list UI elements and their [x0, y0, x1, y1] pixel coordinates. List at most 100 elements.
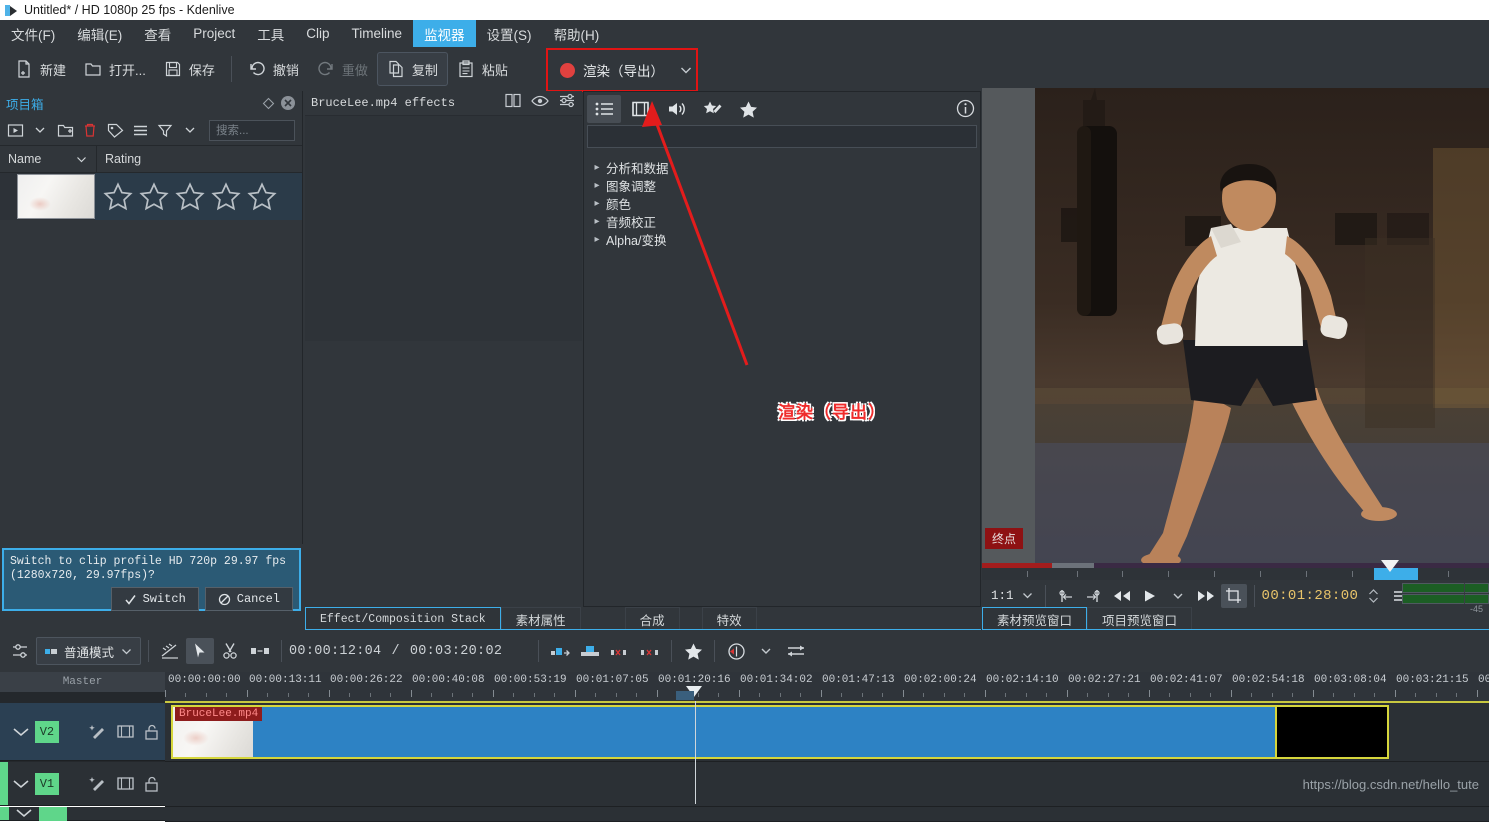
effects-tab-video[interactable] — [623, 95, 657, 123]
bin-clip-row[interactable] — [0, 173, 302, 220]
list-menu-icon[interactable] — [128, 118, 152, 142]
timeline-clip-brucelee[interactable]: BruceLee.mp4 — [171, 705, 1321, 759]
lift-zone-button[interactable] — [636, 638, 664, 664]
rewind-button[interactable] — [1109, 584, 1135, 608]
effects-tab-favorites[interactable] — [731, 95, 765, 123]
track-effects-icon[interactable] — [85, 774, 112, 793]
column-header-rating[interactable]: Rating — [97, 146, 302, 172]
track-lock-icon[interactable] — [138, 723, 165, 741]
tab-effect-composition-stack[interactable]: Effect/Composition Stack — [305, 607, 501, 630]
preview-options-button[interactable] — [752, 638, 780, 664]
effects-tab-main-list[interactable] — [587, 94, 621, 123]
timeline-master-label[interactable]: Master — [0, 672, 165, 692]
track-header-v2[interactable]: V2 — [0, 703, 165, 761]
overwrite-zone-button[interactable] — [576, 638, 604, 664]
tag-icon[interactable] — [103, 118, 127, 142]
settings-sliders-icon[interactable] — [559, 93, 576, 113]
effects-category-analysis[interactable]: ▸ 分析和数据 — [592, 158, 980, 176]
track-expand-icon[interactable] — [8, 725, 35, 739]
monitor-zoom-select[interactable]: 1:1 — [987, 584, 1038, 608]
tab-composition[interactable]: 合成 — [624, 607, 680, 630]
project-bin-search-input[interactable]: 搜索... — [209, 119, 295, 141]
track-expand-icon[interactable] — [8, 777, 35, 791]
track-header-partial[interactable] — [0, 806, 165, 821]
track-partial-body[interactable] — [165, 807, 1489, 822]
rating-star-5-icon[interactable] — [245, 181, 279, 213]
track-v2-body[interactable]: BruceLee.mp4 — [165, 703, 1489, 762]
effects-category-audio-correction[interactable]: ▸ 音频校正 — [592, 212, 980, 230]
timeline-position-timecode[interactable]: 00:00:12:04 — [289, 644, 381, 659]
menu-monitor[interactable]: 监视器 — [413, 20, 476, 47]
open-project-button[interactable]: 打开... — [75, 53, 155, 85]
clip-thumbnail[interactable] — [17, 174, 95, 219]
menu-edit[interactable]: 编辑(E) — [66, 20, 133, 47]
delete-icon[interactable] — [78, 118, 102, 142]
effects-category-color[interactable]: ▸ 颜色 — [592, 194, 980, 212]
column-header-name[interactable]: Name — [0, 146, 97, 172]
set-zone-out-button[interactable] — [1081, 584, 1107, 608]
favorite-effect-button[interactable] — [679, 638, 707, 664]
mix-clips-button[interactable] — [156, 638, 184, 664]
timeline-settings-button[interactable] — [6, 638, 34, 664]
play-options-button[interactable] — [1165, 584, 1191, 608]
effects-tab-audio[interactable] — [659, 95, 693, 123]
timeline-mixer-button[interactable] — [782, 638, 810, 664]
track-expand-icon[interactable] — [9, 808, 39, 820]
menu-project[interactable]: Project — [182, 20, 246, 47]
track-name-v1[interactable]: V1 — [34, 772, 60, 795]
timeline-clip-black-tail[interactable] — [1275, 705, 1389, 759]
extract-zone-button[interactable] — [606, 638, 634, 664]
tab-effects[interactable]: 特效 — [701, 607, 757, 630]
track-v1-body[interactable] — [165, 762, 1489, 807]
new-project-button[interactable]: 新建 — [6, 53, 75, 85]
track-lock-icon[interactable] — [138, 775, 165, 793]
rating-star-3-icon[interactable] — [173, 181, 207, 213]
monitor-video-area[interactable]: 终点 — [982, 88, 1489, 563]
track-name-v2[interactable]: V2 — [34, 720, 60, 743]
float-panel-icon[interactable] — [260, 95, 276, 111]
split-view-icon[interactable] — [505, 93, 521, 113]
tab-clip-monitor[interactable]: 素材预览窗口 — [982, 607, 1088, 630]
track-video-icon[interactable] — [112, 723, 139, 740]
add-clip-icon[interactable] — [3, 118, 27, 142]
monitor-timecode[interactable]: 00:01:28:00 — [1262, 588, 1359, 604]
track-name-partial[interactable] — [39, 806, 67, 821]
crop-button[interactable] — [1220, 583, 1247, 608]
track-header-v1[interactable]: V1 — [0, 762, 165, 806]
menu-timeline[interactable]: Timeline — [341, 20, 414, 47]
tab-project-monitor[interactable]: 项目预览窗口 — [1087, 607, 1193, 630]
set-zone-in-button[interactable] — [1053, 584, 1079, 608]
paste-button[interactable]: 粘贴 — [448, 53, 517, 85]
timeline-ruler[interactable]: 00:00:00:00 00:00:13:11 00:00:26:22 00:0… — [165, 672, 1489, 703]
insert-zone-button[interactable] — [546, 638, 574, 664]
spacer-tool-button[interactable] — [246, 638, 274, 664]
filter-icon[interactable] — [153, 118, 177, 142]
rating-star-2-icon[interactable] — [137, 181, 171, 213]
track-video-icon[interactable] — [112, 775, 139, 792]
chevron-down-icon[interactable] — [28, 118, 52, 142]
rating-star-1-icon[interactable] — [101, 181, 135, 213]
effects-search-input[interactable] — [587, 125, 977, 148]
clip-rating[interactable] — [95, 173, 302, 220]
switch-profile-button[interactable]: Switch — [110, 587, 199, 611]
timecode-spinner[interactable] — [1360, 584, 1386, 608]
chevron-down-icon[interactable] — [178, 118, 202, 142]
redo-button[interactable]: 重做 — [308, 53, 377, 85]
tab-clip-properties[interactable]: 素材属性 — [500, 607, 581, 630]
menu-tool[interactable]: 工具 — [246, 20, 295, 47]
effects-category-alpha-transform[interactable]: ▸ Alpha/变换 — [592, 230, 980, 248]
cancel-profile-button[interactable]: Cancel — [204, 587, 293, 611]
monitor-ruler[interactable] — [982, 560, 1489, 580]
chevron-down-icon[interactable] — [678, 62, 694, 78]
preview-render-button[interactable] — [722, 638, 750, 664]
menu-help[interactable]: 帮助(H) — [543, 20, 611, 47]
clip-effect-stack-list[interactable] — [305, 115, 582, 341]
eye-icon[interactable] — [531, 94, 549, 113]
menu-settings[interactable]: 设置(S) — [476, 20, 543, 47]
menu-view[interactable]: 查看 — [133, 20, 182, 47]
copy-button[interactable]: 复制 — [376, 52, 448, 86]
select-tool-button[interactable] — [186, 638, 215, 664]
rating-star-4-icon[interactable] — [209, 181, 243, 213]
forward-button[interactable] — [1193, 584, 1219, 608]
menu-clip[interactable]: Clip — [295, 20, 340, 47]
